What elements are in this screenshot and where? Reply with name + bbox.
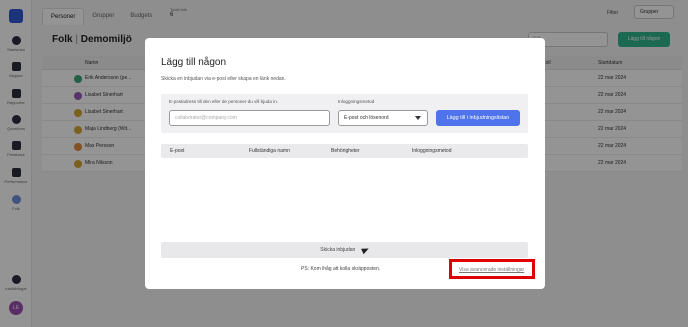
column-login-method: Inloggningsmetod (412, 148, 452, 154)
login-method-value: E-post och lösenord (344, 115, 389, 121)
send-invite-button[interactable]: Skicka inbjudan (161, 242, 528, 258)
spam-reminder: PS: Kom ihåg att kolla skräpposten. (301, 266, 381, 272)
dialog-title: Lägg till någon (161, 57, 227, 68)
email-label: E-postadress till den eller de personer … (169, 99, 279, 104)
login-method-label: Inloggningsmetod (338, 99, 375, 104)
column-permissions: Behörigheter (331, 148, 360, 154)
column-email: E-post (170, 148, 185, 154)
dialog-subtitle: Skicka en inbjudan via e-post eller skap… (161, 76, 286, 82)
column-full-name: Fullständiga namn (249, 148, 290, 154)
invite-list-header: E-post Fullständiga namn Behörigheter In… (161, 144, 528, 158)
add-to-invite-list-button[interactable]: Lägg till i inbjudningslistan (436, 110, 520, 126)
highlight-box: Visa avancerade inställningar (449, 259, 535, 279)
add-person-dialog: Lägg till någon Skicka en inbjudan via e… (145, 38, 545, 289)
invite-form: E-postadress till den eller de personer … (161, 94, 528, 133)
login-method-select[interactable]: E-post och lösenord (338, 110, 428, 126)
show-advanced-settings-link[interactable]: Visa avancerade inställningar (459, 267, 524, 273)
send-icon (360, 245, 370, 254)
send-invite-label: Skicka inbjudan (320, 247, 356, 253)
email-field[interactable] (169, 110, 330, 126)
chevron-down-icon (415, 116, 421, 120)
